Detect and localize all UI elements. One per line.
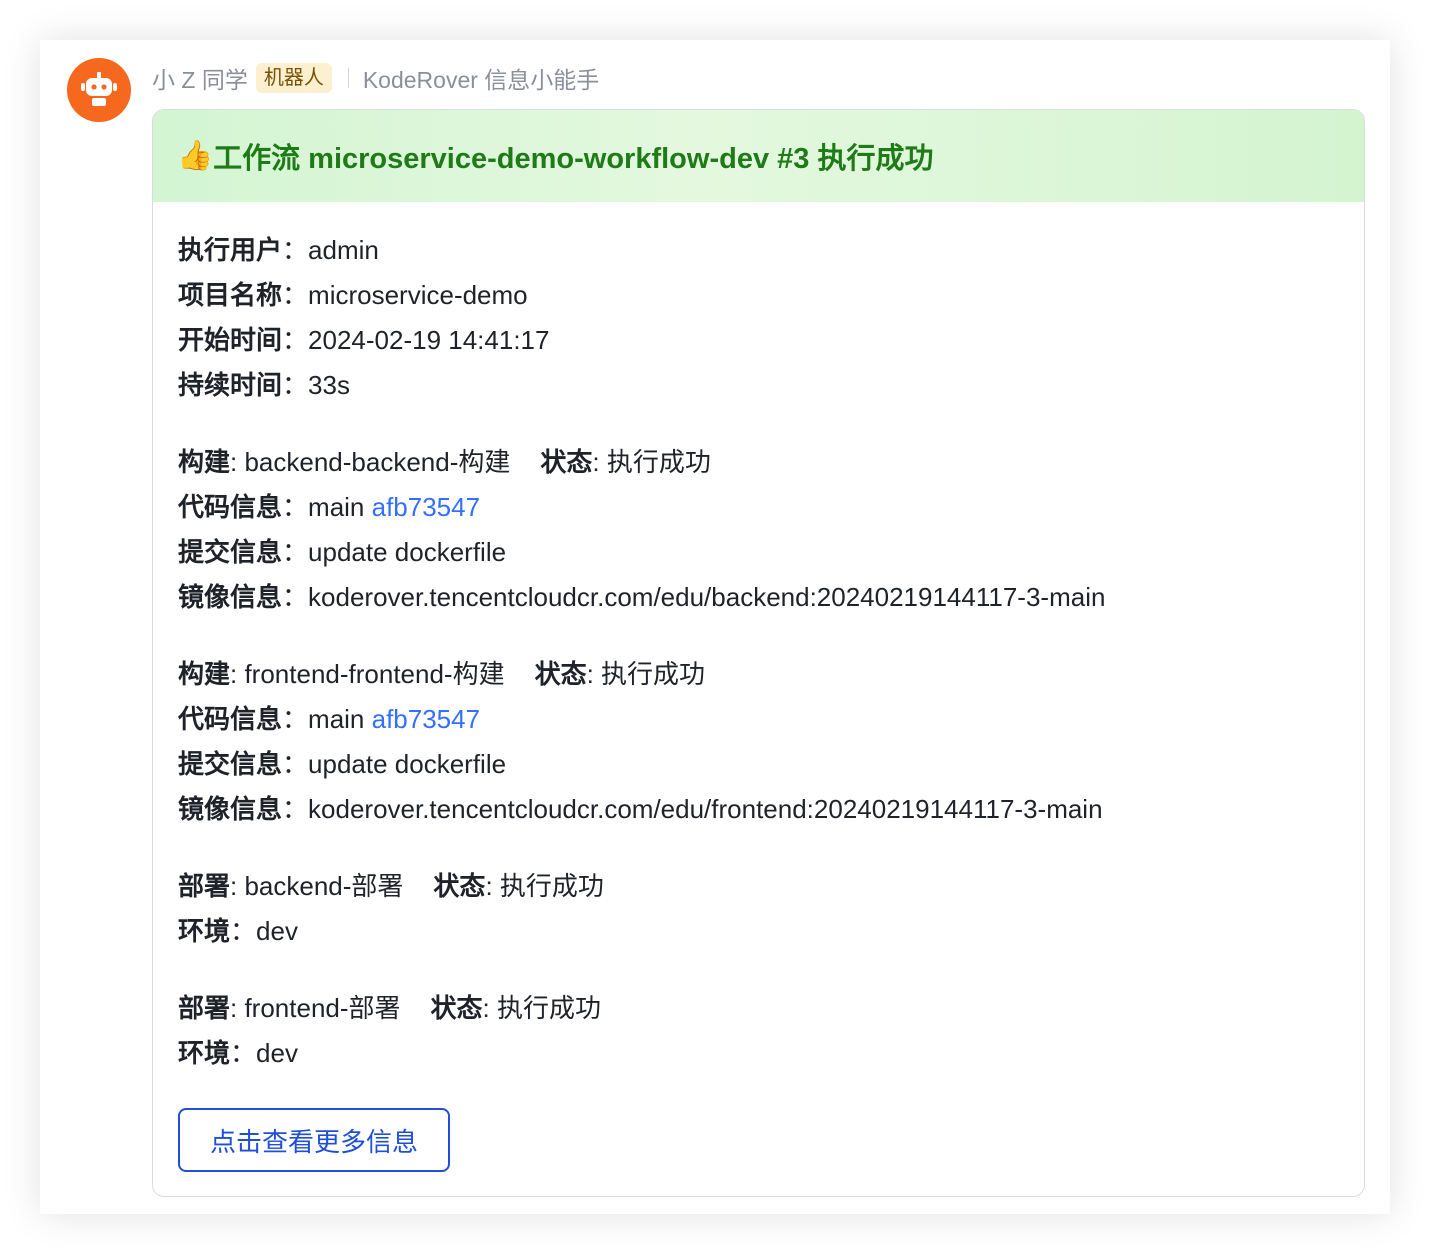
env-value: dev xyxy=(256,916,298,946)
field-label: 持续时间 xyxy=(178,370,283,400)
field-label: 开始时间 xyxy=(178,325,283,355)
status-label: 状态 xyxy=(534,659,587,689)
status-label: 状态 xyxy=(433,871,486,901)
field-separator: ： xyxy=(282,704,309,734)
status-value: : 执行成功 xyxy=(586,659,706,689)
summary-row-project: 项目名称：microservice-demo xyxy=(178,273,1364,318)
field-separator: ： xyxy=(282,537,309,567)
code-info-row: 代码信息：main afb73547 xyxy=(178,697,1364,742)
field-label: 代码信息 xyxy=(178,704,283,734)
field-label: 镜像信息 xyxy=(178,582,283,612)
status-value: : 执行成功 xyxy=(482,993,601,1023)
thumbs-up-icon: 👍 xyxy=(177,140,214,172)
view-more-button[interactable]: 点击查看更多信息 xyxy=(178,1108,450,1172)
field-separator: ： xyxy=(282,370,309,400)
status-value: : 执行成功 xyxy=(592,447,711,477)
deploy-name: : backend-部署 xyxy=(230,871,404,901)
commit-message: update dockerfile xyxy=(308,537,507,567)
field-label: 提交信息 xyxy=(178,537,283,567)
deploy-row: 部署: frontend-部署 状态: 执行成功 xyxy=(178,986,1364,1031)
field-separator: ： xyxy=(282,794,309,824)
env-row: 环境：dev xyxy=(178,909,1364,954)
image-info-row: 镜像信息：koderover.tencentcloudcr.com/edu/ba… xyxy=(178,575,1364,620)
field-value: 33s xyxy=(308,370,350,400)
build-label: 构建 xyxy=(178,447,231,477)
env-value: dev xyxy=(256,1038,298,1068)
field-value: 2024-02-19 14:41:17 xyxy=(308,325,550,355)
image-value: koderover.tencentcloudcr.com/edu/fronten… xyxy=(308,794,1103,824)
field-label: 代码信息 xyxy=(178,492,283,522)
build-label: 构建 xyxy=(178,659,231,689)
branch-name: main xyxy=(308,492,372,522)
message-header: 小 Z 同学 机器人 KodeRover 信息小能手 xyxy=(152,60,599,96)
field-separator: ： xyxy=(282,492,309,522)
commit-link[interactable]: afb73547 xyxy=(372,704,480,734)
field-separator: ： xyxy=(230,1038,257,1068)
field-value: microservice-demo xyxy=(308,280,528,310)
commit-message: update dockerfile xyxy=(308,749,507,779)
summary-row-user: 执行用户：admin xyxy=(178,228,1364,273)
build-row: 构建: backend-backend-构建 状态: 执行成功 xyxy=(178,440,1364,485)
image-info-row: 镜像信息：koderover.tencentcloudcr.com/edu/fr… xyxy=(178,787,1364,832)
field-label: 执行用户 xyxy=(178,235,283,265)
field-label: 镜像信息 xyxy=(178,794,283,824)
deploy-name: : frontend-部署 xyxy=(230,993,401,1023)
field-separator: ： xyxy=(282,280,309,310)
field-separator: ： xyxy=(282,235,309,265)
bot-avatar[interactable] xyxy=(67,58,131,122)
status-label: 状态 xyxy=(540,447,593,477)
card-title: 工作流 microservice-demo-workflow-dev #3 执行… xyxy=(213,143,934,175)
commit-info-row: 提交信息：update dockerfile xyxy=(178,742,1364,787)
code-info-row: 代码信息：main afb73547 xyxy=(178,485,1364,530)
field-label: 环境 xyxy=(178,1038,231,1068)
image-value: koderover.tencentcloudcr.com/edu/backend… xyxy=(308,582,1106,612)
field-separator: ： xyxy=(282,325,309,355)
field-label: 提交信息 xyxy=(178,749,283,779)
commit-link[interactable]: afb73547 xyxy=(372,492,480,522)
deploy-label: 部署 xyxy=(178,993,231,1023)
app-name: KodeRover 信息小能手 xyxy=(362,67,600,93)
build-row: 构建: frontend-frontend-构建 状态: 执行成功 xyxy=(178,652,1364,697)
field-separator: ： xyxy=(282,582,309,612)
card-header: 👍 工作流 microservice-demo-workflow-dev #3 … xyxy=(153,110,1364,202)
robot-icon xyxy=(81,72,117,106)
build-name: : backend-backend-构建 xyxy=(230,447,511,477)
env-row: 环境：dev xyxy=(178,1031,1364,1076)
field-separator: ： xyxy=(282,749,309,779)
status-label: 状态 xyxy=(430,993,483,1023)
sender-name[interactable]: 小 Z 同学 xyxy=(152,61,248,95)
branch-name: main xyxy=(308,704,372,734)
workflow-card: 👍 工作流 microservice-demo-workflow-dev #3 … xyxy=(152,109,1365,1197)
bot-badge: 机器人 xyxy=(255,63,332,93)
summary-row-duration: 持续时间：33s xyxy=(178,363,1364,408)
deploy-row: 部署: backend-部署 状态: 执行成功 xyxy=(178,864,1364,909)
header-divider xyxy=(347,68,349,88)
summary-row-start-time: 开始时间：2024-02-19 14:41:17 xyxy=(178,318,1364,363)
field-label: 项目名称 xyxy=(178,280,283,310)
card-body: 执行用户：admin 项目名称：microservice-demo 开始时间：2… xyxy=(153,202,1364,1172)
build-name: : frontend-frontend-构建 xyxy=(230,659,505,689)
field-separator: ： xyxy=(230,916,257,946)
commit-info-row: 提交信息：update dockerfile xyxy=(178,530,1364,575)
deploy-label: 部署 xyxy=(178,871,231,901)
field-label: 环境 xyxy=(178,916,231,946)
status-value: : 执行成功 xyxy=(485,871,604,901)
field-value: admin xyxy=(308,235,379,265)
